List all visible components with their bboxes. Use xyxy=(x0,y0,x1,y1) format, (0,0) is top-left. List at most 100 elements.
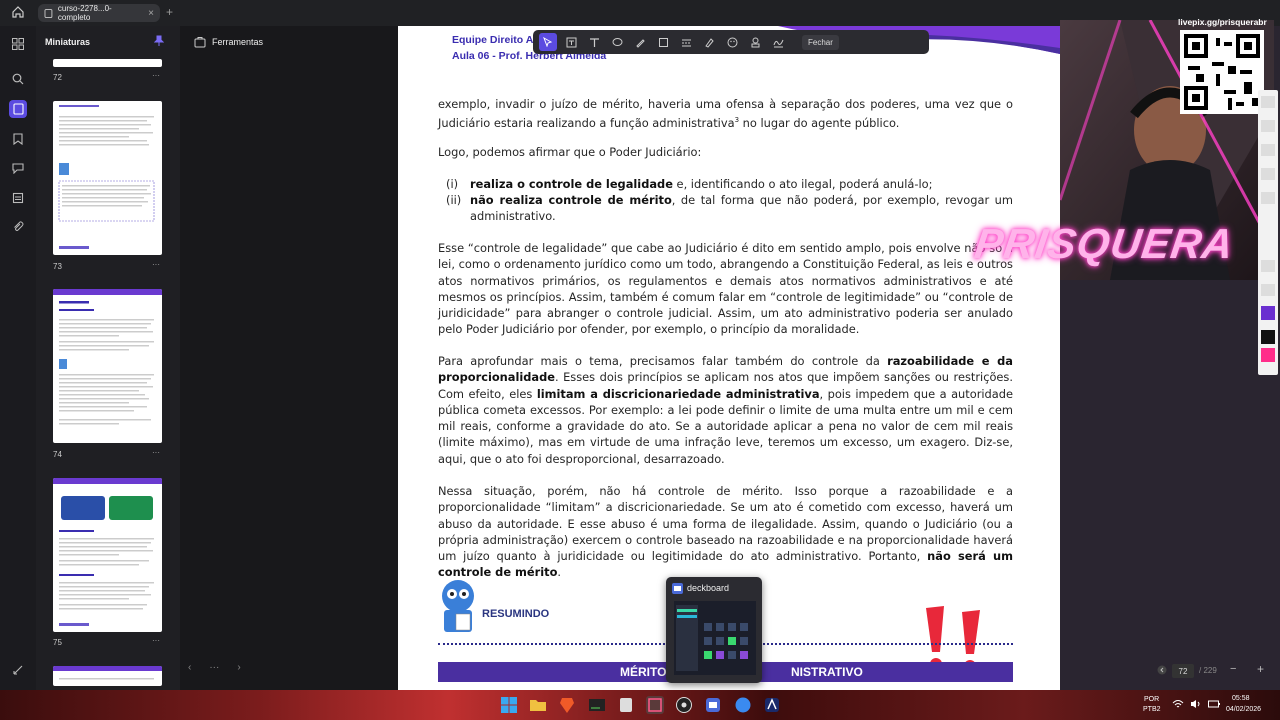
pen-tool-icon[interactable] xyxy=(1261,120,1275,132)
pdf-file-icon xyxy=(44,8,53,18)
input-language[interactable]: POR xyxy=(1144,696,1159,703)
comments-icon[interactable] xyxy=(9,159,27,177)
resumindo-mascot-icon xyxy=(442,580,474,632)
deckboard-app-icon xyxy=(672,583,683,594)
cursor-icon[interactable] xyxy=(1261,96,1275,108)
side-mini-toolbar xyxy=(1258,90,1278,375)
list-item-i: (i) realiza o controle de legalidade e, … xyxy=(446,177,933,191)
thumbnail-page-number: 75 xyxy=(53,638,62,647)
clock-time[interactable]: 05:58 xyxy=(1232,695,1250,702)
page-thumbnail[interactable] xyxy=(53,666,162,686)
tab-close-button[interactable]: × xyxy=(148,8,154,19)
layers-icon[interactable] xyxy=(9,189,27,207)
eraser-icon[interactable] xyxy=(1261,192,1275,204)
file-explorer-icon[interactable] xyxy=(529,696,547,714)
previous-page-button[interactable]: ‹ xyxy=(188,662,191,678)
bookmark-icon[interactable] xyxy=(9,130,27,148)
paragraph-4: Para aprofundar mais o tema, precisamos … xyxy=(438,354,1014,466)
obs-icon[interactable] xyxy=(675,696,693,714)
clock-date[interactable]: 04/02/2026 xyxy=(1226,706,1261,713)
resumindo-label: RESUMINDO xyxy=(482,608,550,620)
page-thumbnail[interactable] xyxy=(53,289,162,443)
screenshot-app-icon[interactable] xyxy=(646,696,664,714)
pen-icon[interactable] xyxy=(631,33,649,51)
app-icon[interactable] xyxy=(617,696,635,714)
brave-browser-icon[interactable] xyxy=(558,696,576,714)
livepix-url: livepix.gg/prisquerabr xyxy=(1178,17,1267,27)
deckboard-title: deckboard xyxy=(687,583,730,593)
home-icon[interactable] xyxy=(10,4,26,20)
color-black-swatch[interactable] xyxy=(1261,330,1275,344)
thumbnail-more-button[interactable]: ··· xyxy=(152,448,160,457)
thumbnails-icon[interactable] xyxy=(9,100,27,118)
browser-tab[interactable]: curso-2278...0-completo × xyxy=(38,4,160,22)
thumbnail-more-button[interactable]: ··· xyxy=(152,260,160,269)
line-icon[interactable] xyxy=(677,33,695,51)
thumbnails-panel: Miniaturas 72 ··· 73 ··· 74 ··· 75 ··· xyxy=(36,26,180,690)
grid-icon[interactable] xyxy=(9,35,27,53)
stamp-icon[interactable] xyxy=(746,33,764,51)
thumbnail-page-number: 72 xyxy=(53,73,62,82)
comment-icon[interactable] xyxy=(608,33,626,51)
deckboard-thumbnail xyxy=(674,601,756,675)
page-thumbnail[interactable] xyxy=(53,478,162,632)
tools-panel: Ferramentas xyxy=(180,26,398,690)
sign-icon[interactable] xyxy=(9,661,27,679)
wifi-icon[interactable] xyxy=(1172,699,1184,709)
new-tab-button[interactable]: + xyxy=(166,5,173,19)
camera-icon[interactable] xyxy=(1261,260,1275,272)
signature-icon[interactable] xyxy=(769,33,787,51)
stream-brand-logo: PRISQUERA xyxy=(971,220,1238,267)
color-pink-swatch[interactable] xyxy=(1261,348,1275,362)
line-tool-icon[interactable] xyxy=(1261,168,1275,180)
search-icon[interactable] xyxy=(9,70,27,88)
qr-code xyxy=(1180,30,1264,114)
page-back-icon[interactable] xyxy=(1157,665,1167,675)
color-purple-swatch[interactable] xyxy=(1261,306,1275,320)
thumbnail-more-button[interactable]: ··· xyxy=(152,636,160,645)
annotation-toolbar: Fechar xyxy=(533,30,929,54)
thumbnail-more-button[interactable]: ··· xyxy=(152,71,160,80)
zoom-out-button[interactable]: − xyxy=(1230,663,1236,675)
sticker-icon[interactable] xyxy=(723,33,741,51)
close-toolbar-button[interactable]: Fechar xyxy=(802,34,839,50)
text-box-icon[interactable] xyxy=(562,33,580,51)
app-dark-icon[interactable] xyxy=(763,696,781,714)
more-options-button[interactable]: ··· xyxy=(209,662,219,678)
keyboard-layout[interactable]: PTB2 xyxy=(1143,706,1161,713)
settings-icon[interactable] xyxy=(1261,284,1275,296)
pin-icon[interactable] xyxy=(154,35,164,47)
highlight-icon[interactable] xyxy=(700,33,718,51)
total-pages: / 229 xyxy=(1199,666,1217,675)
paragraph-5: Nessa situação, porém, não há controle d… xyxy=(438,484,1014,580)
deckboard-taskbar-icon[interactable] xyxy=(704,696,722,714)
next-page-button[interactable]: › xyxy=(237,662,240,678)
app-blue-icon[interactable] xyxy=(734,696,752,714)
windows-start-icon[interactable] xyxy=(500,696,518,714)
select-icon[interactable] xyxy=(539,33,557,51)
doc-header-team: Equipe Direito Ac xyxy=(452,34,540,46)
list-item-ii: (ii) não realiza controle de mérito, de … xyxy=(446,193,1013,224)
page-thumbnail[interactable] xyxy=(53,59,162,67)
thumbnail-nav: ‹ ··· › xyxy=(188,662,268,678)
paragraph-1: exemplo, invadir o juízo de mérito, have… xyxy=(438,97,1013,131)
battery-icon[interactable] xyxy=(1208,699,1220,709)
thumbnail-page-number: 74 xyxy=(53,450,62,459)
tab-title: curso-2278...0-completo xyxy=(57,4,112,22)
page-number-input[interactable]: 72 xyxy=(1172,664,1194,678)
page-thumbnail[interactable] xyxy=(53,101,162,255)
zoom-in-button[interactable]: + xyxy=(1257,662,1264,676)
shape-icon[interactable] xyxy=(654,33,672,51)
taskbar xyxy=(0,690,1280,720)
terminal-icon[interactable] xyxy=(588,696,606,714)
attachment-icon[interactable] xyxy=(9,218,27,236)
thumbnail-page-number: 73 xyxy=(53,262,62,271)
thumbnails-title: Miniaturas xyxy=(45,37,91,47)
paragraph-2: Logo, podemos afirmar que o Poder Judici… xyxy=(438,145,702,159)
volume-icon[interactable] xyxy=(1190,699,1202,709)
toolbox-icon xyxy=(194,37,206,48)
paragraph-3: Esse “controle de legalidade” que cabe a… xyxy=(438,241,1013,337)
deckboard-preview[interactable]: deckboard xyxy=(666,577,762,683)
text-icon[interactable] xyxy=(585,33,603,51)
marker-icon[interactable] xyxy=(1261,144,1275,156)
